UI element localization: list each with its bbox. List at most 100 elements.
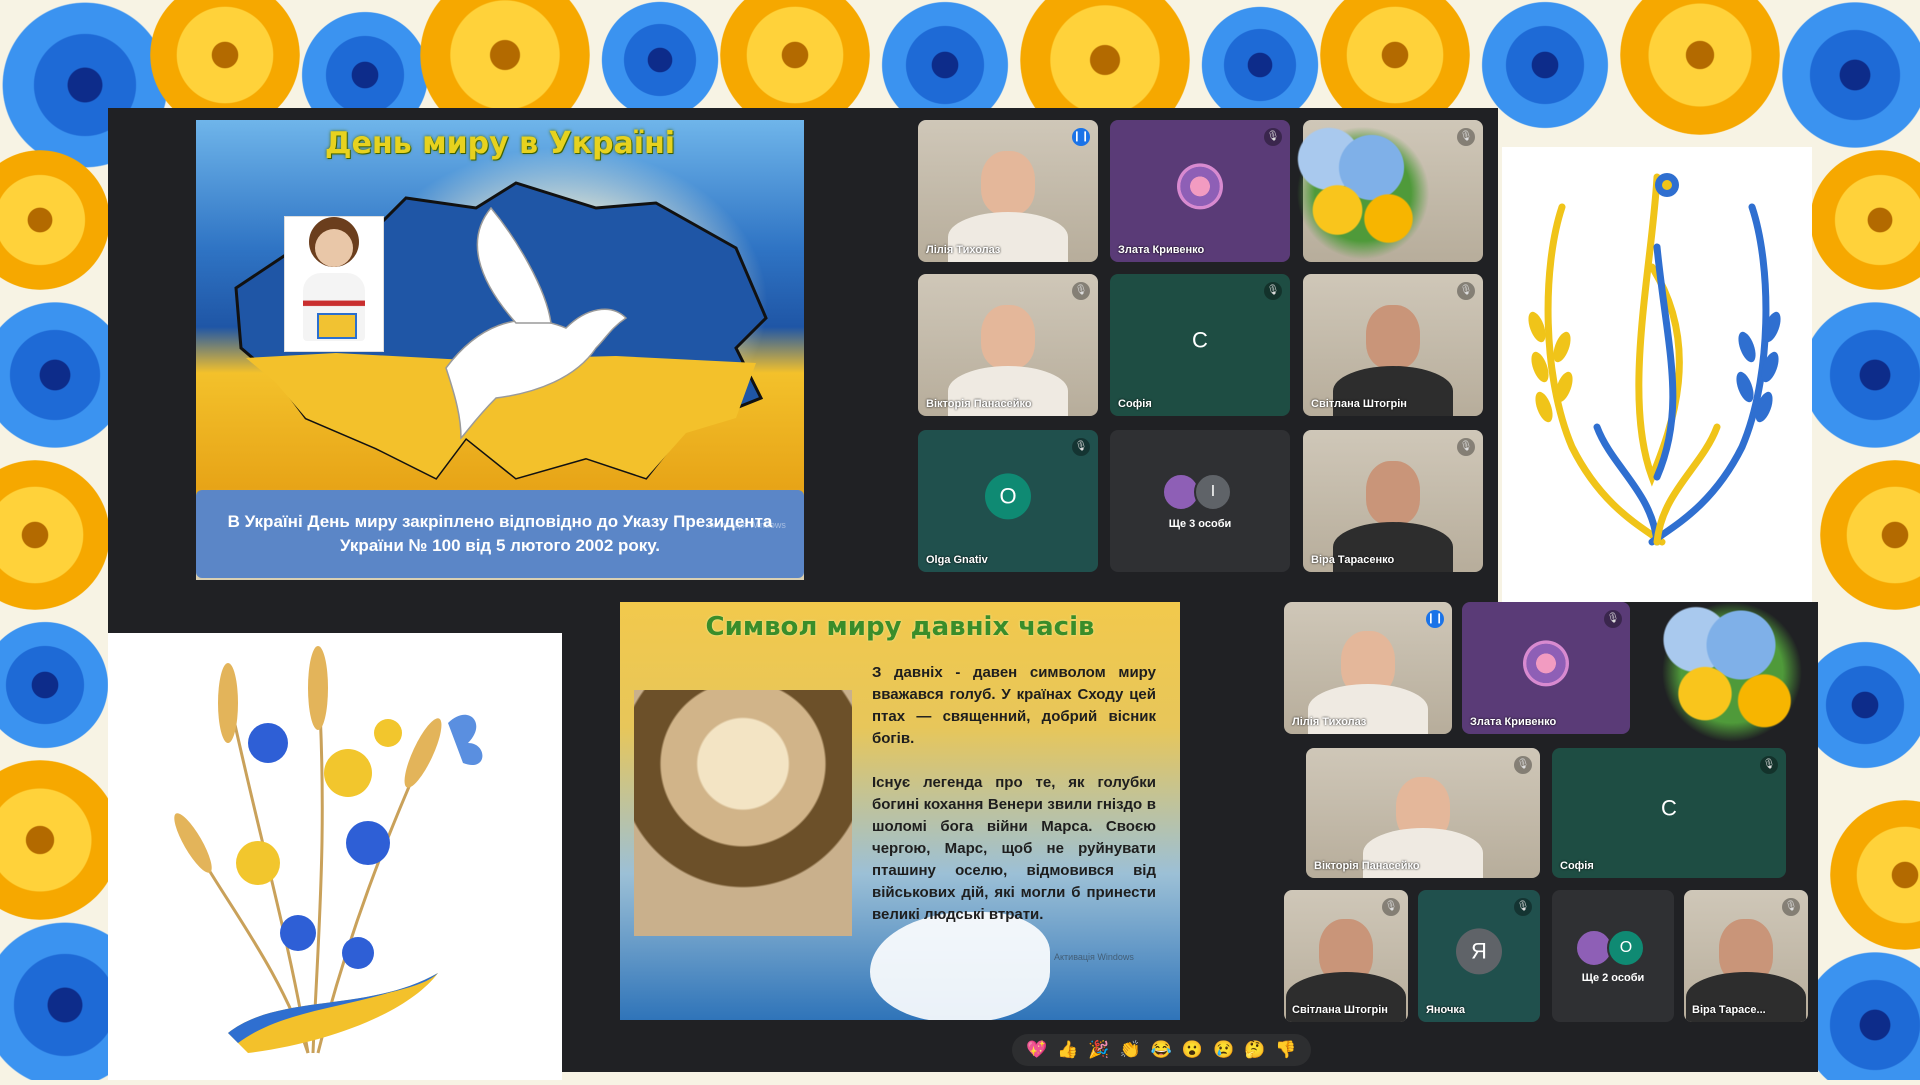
yellow-flower-decoration [1830, 800, 1920, 950]
more-participants-tile[interactable]: O Ще 2 особи [1552, 890, 1674, 1022]
participant-name: Світлана Штогрін [1311, 398, 1407, 410]
mic-off-icon: 🎙 [1457, 438, 1475, 456]
participant-initial: С [1661, 795, 1677, 821]
participant-tile[interactable]: 🎙 Віра Тарасе... [1684, 890, 1808, 1022]
blue-flower-decoration [1780, 0, 1920, 150]
participant-tile[interactable]: С 🎙 Софія [1552, 748, 1786, 878]
mic-off-icon: 🎙 [1514, 756, 1532, 774]
more-participants-label: Ще 3 особи [1168, 518, 1232, 531]
more-participants-tile[interactable]: I Ще 3 особи [1110, 430, 1290, 572]
reaction-emoji-button[interactable]: 👏 [1120, 1038, 1141, 1062]
mic-off-icon: 🎙 [1514, 898, 1532, 916]
speaking-indicator-icon: ❙❙ [1072, 128, 1090, 146]
participant-avatar [1523, 640, 1569, 687]
slide-paragraph: Існує легенда про те, як голубки богині … [872, 774, 1156, 923]
more-participants-label: Ще 2 особи [1581, 971, 1645, 984]
participant-name: Olga Gnativ [926, 554, 988, 566]
mic-off-icon: 🎙 [1382, 898, 1400, 916]
reaction-emoji-button[interactable]: 😢 [1213, 1038, 1234, 1062]
mic-off-icon: 🎙 [1264, 282, 1282, 300]
mic-off-icon: 🎙 [1072, 282, 1090, 300]
participant-initial: O [985, 473, 1031, 520]
participant-name: Вікторія Панасейко [926, 398, 1032, 410]
presentation-slide: Символ миру давніх часів З давніх - даве… [620, 602, 1180, 1020]
participant-tile[interactable]: Я 🎙 Яночка [1418, 890, 1540, 1022]
mic-off-icon: 🎙 [1264, 128, 1282, 146]
yellow-flower-decoration [1820, 460, 1920, 610]
blue-flower-decoration [1480, 0, 1610, 130]
windows-activation-watermark: Активація Windows [1054, 952, 1134, 962]
participant-tile[interactable]: 🎙 Світлана Штогрін [1284, 890, 1408, 1022]
yellow-flower-decoration [0, 760, 120, 920]
participant-tile[interactable]: 🎙 Злата Кривенко [1462, 602, 1630, 734]
blue-flower-decoration [600, 0, 720, 120]
wheat-bouquet-illustration [174, 646, 483, 1054]
reaction-emoji-button[interactable]: 🤔 [1244, 1038, 1265, 1062]
reaction-emoji-button[interactable]: 💖 [1026, 1038, 1047, 1062]
reaction-emoji-button[interactable]: 🎉 [1088, 1038, 1109, 1062]
participant-name: Лілія Тихолаз [926, 244, 1001, 256]
mic-off-icon: 🎙 [1782, 898, 1800, 916]
participant-name: Софія [1560, 860, 1594, 872]
mars-helmet-doves-illustration [634, 690, 852, 936]
mic-off-icon: 🎙 [1760, 756, 1778, 774]
participant-tile[interactable]: ❙❙ Лілія Тихолаз [1284, 602, 1452, 734]
blue-flower-decoration [1200, 5, 1320, 125]
mic-off-icon: 🎙 [1604, 610, 1622, 628]
meeting-screenshot-top: День миру в Україні В Україні День миру … [108, 108, 1498, 633]
flower-bouquet-decoration [1278, 108, 1448, 278]
participant-tile[interactable]: O 🎙 Olga Gnativ [918, 430, 1098, 572]
participant-name: Софія [1118, 398, 1152, 410]
meeting-screenshot-bottom: Символ миру давніх часів З давніх - даве… [562, 602, 1818, 1072]
participant-tile[interactable]: С 🎙 Софія [1110, 274, 1290, 416]
participant-name: Злата Кривенко [1470, 716, 1557, 728]
participant-name: Світлана Штогрін [1292, 1004, 1388, 1016]
yellow-flower-decoration [1620, 0, 1780, 135]
participant-avatar [1177, 163, 1223, 210]
participant-initial: Я [1456, 928, 1502, 975]
yellow-flower-decoration [0, 460, 110, 610]
participant-initial: С [1192, 327, 1208, 353]
reaction-emoji-button[interactable]: 👎 [1275, 1038, 1296, 1062]
yellow-flower-decoration [0, 150, 110, 290]
mic-off-icon: 🎙 [1072, 438, 1090, 456]
participant-name: Віра Тарасе... [1692, 1004, 1766, 1016]
reaction-emoji-button[interactable]: 👍 [1057, 1038, 1078, 1062]
blue-flower-decoration [0, 620, 110, 750]
mic-off-icon: 🎙 [1457, 128, 1475, 146]
trident-emblem [1528, 173, 1781, 546]
wheat-bouquet-panel [108, 633, 562, 1080]
speaking-indicator-icon: ❙❙ [1426, 610, 1444, 628]
yellow-flower-decoration [1810, 150, 1920, 290]
participant-name: Вікторія Панасейко [1314, 860, 1420, 872]
participant-tile[interactable]: 🎙 Світлана Штогрін [1303, 274, 1483, 416]
participant-name: Злата Кривенко [1118, 244, 1205, 256]
participant-tile[interactable]: 🎙 Віра Тарасенко [1303, 430, 1483, 572]
reaction-emoji-button[interactable]: 😂 [1151, 1038, 1172, 1062]
presentation-slide: День миру в Україні В Україні День миру … [196, 120, 804, 580]
participant-name: Лілія Тихолаз [1292, 716, 1367, 728]
trident-emblem-panel [1502, 147, 1812, 602]
slide-title: День миру в Україні [324, 126, 676, 161]
flower-bouquet-decoration [1642, 602, 1818, 762]
participant-tile[interactable]: 🎙 Злата Кривенко [1110, 120, 1290, 262]
girl-illustration [284, 216, 384, 352]
blue-flower-decoration [1800, 950, 1920, 1080]
participant-tile[interactable]: 🎙 Вікторія Панасейко [918, 274, 1098, 416]
participant-initial: O [1607, 929, 1645, 968]
participant-name: Віра Тарасенко [1311, 554, 1395, 566]
participant-tile[interactable]: 🎙 Вікторія Панасейко [1306, 748, 1540, 878]
windows-activation-watermark: Активація Windows [706, 520, 786, 530]
blue-flower-decoration [1800, 300, 1920, 450]
dove-illustration [870, 912, 1050, 1020]
slide-caption: В Україні День миру закріплено відповідн… [196, 490, 804, 578]
participant-tile[interactable]: ❙❙ Лілія Тихолаз [918, 120, 1098, 262]
participant-name: Яночка [1426, 1004, 1466, 1016]
reaction-bar: 💖 👍 🎉 👏 😂 😮 😢 🤔 👎 [1012, 1034, 1311, 1066]
blue-flower-decoration [1800, 640, 1920, 770]
participant-initial: I [1194, 473, 1232, 512]
reaction-emoji-button[interactable]: 😮 [1182, 1038, 1203, 1062]
mic-off-icon: 🎙 [1457, 282, 1475, 300]
slide-paragraph: З давніх - давен символом миру вважався … [872, 664, 1156, 747]
slide-title: Символ миру давніх часів [705, 612, 1095, 642]
